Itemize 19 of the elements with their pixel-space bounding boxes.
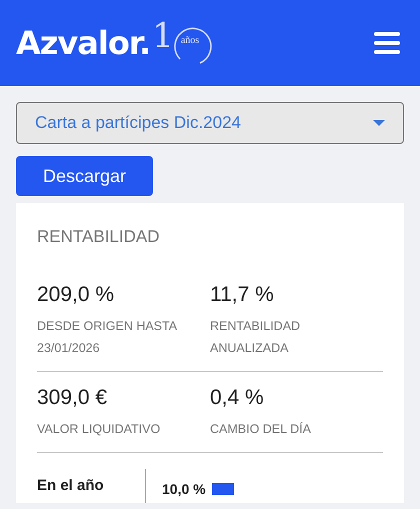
- stat-value: 0,4 %: [210, 386, 265, 410]
- stat-value: 209,0 %: [37, 283, 116, 307]
- stat-label: RENTABILIDAD ANUALIZADA: [210, 318, 302, 357]
- stat-value: 309,0 €: [37, 386, 108, 410]
- download-button[interactable]: Descargar: [16, 156, 153, 196]
- document-select[interactable]: Carta a partícipes Dic.2024: [16, 102, 404, 144]
- stat-label: DESDE ORIGEN HASTA 23/01/2026: [37, 318, 178, 357]
- return-bar: [212, 483, 234, 495]
- period-reading: 10,0 %: [162, 481, 206, 497]
- brand-logo: Azvalor.: [16, 27, 150, 59]
- menu-icon[interactable]: [374, 32, 400, 54]
- card-title: RENTABILIDAD: [37, 227, 160, 247]
- stat-label: VALOR LIQUIDATIVO: [37, 421, 162, 438]
- period-label: En el año: [37, 476, 105, 496]
- anniversary-label: años: [180, 35, 200, 46]
- stat-label: CAMBIO DEL DÍA: [210, 421, 312, 438]
- anniversary-digit: 1: [152, 19, 174, 53]
- caret-icon: [373, 120, 385, 126]
- stat-value: 11,7 %: [210, 283, 275, 307]
